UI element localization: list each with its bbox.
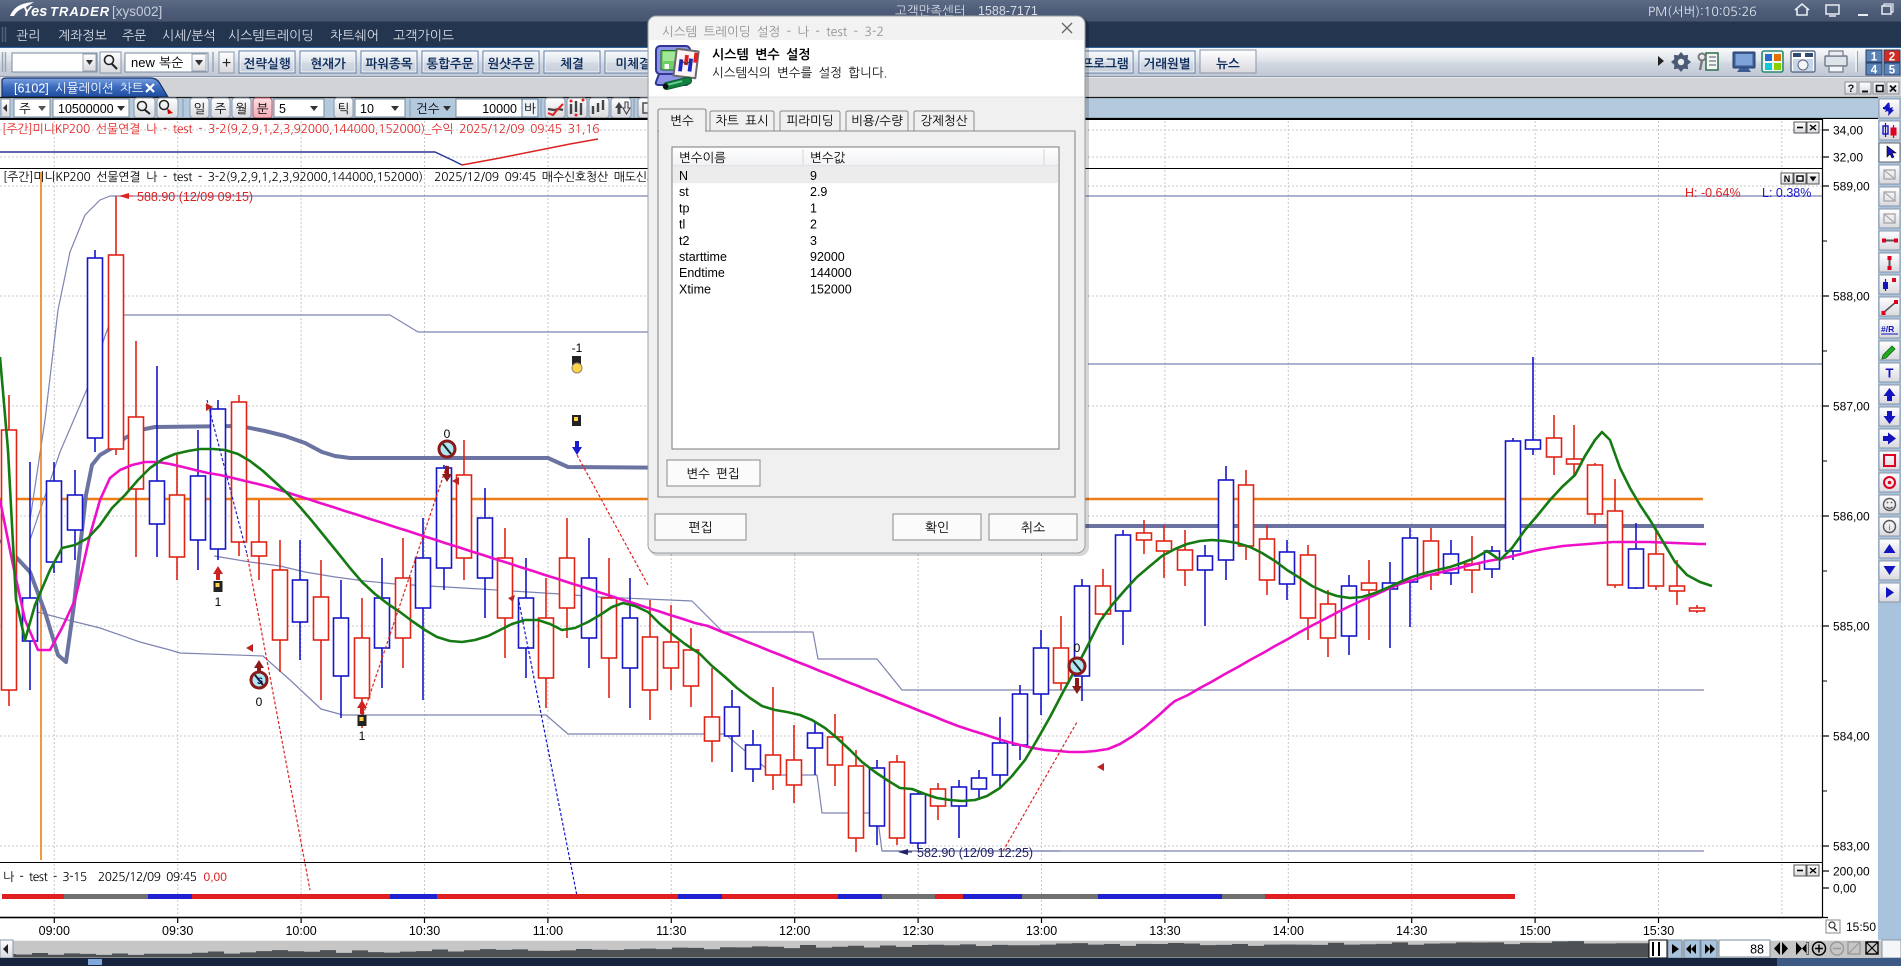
svg-text:TRADER: TRADER xyxy=(50,4,110,19)
svg-text:Xtime: Xtime xyxy=(679,282,711,296)
svg-text:0: 0 xyxy=(1074,641,1081,655)
svg-text:589,00: 589,00 xyxy=(1833,180,1870,194)
svg-text:11:00: 11:00 xyxy=(533,924,563,938)
svg-text:-1: -1 xyxy=(572,341,583,355)
svg-text:14:00: 14:00 xyxy=(1273,924,1304,938)
svg-text:2: 2 xyxy=(810,218,817,232)
svg-text:588.90 (12/09 09:15): 588.90 (12/09 09:15) xyxy=(137,190,253,204)
svg-text:2: 2 xyxy=(1889,52,1895,64)
svg-text:5: 5 xyxy=(279,102,286,116)
svg-text:3: 3 xyxy=(810,234,817,248)
svg-text:88: 88 xyxy=(1750,943,1764,957)
svg-text:13:30: 13:30 xyxy=(1149,924,1180,938)
svg-text:34,00: 34,00 xyxy=(1833,124,1863,138)
svg-text:tl: tl xyxy=(679,218,685,232)
svg-text:4: 4 xyxy=(1871,65,1878,77)
svg-text:10500000: 10500000 xyxy=(58,102,114,116)
svg-text:2.9: 2.9 xyxy=(810,185,827,199)
svg-text:i: i xyxy=(1889,523,1891,532)
svg-text:tp: tp xyxy=(679,201,689,215)
svg-text:584,00: 584,00 xyxy=(1833,730,1870,744)
svg-text:Yes: Yes xyxy=(22,4,47,20)
svg-text:starttime: starttime xyxy=(679,250,727,264)
svg-text:09:30: 09:30 xyxy=(162,924,193,938)
svg-text:+: + xyxy=(222,55,231,72)
svg-text:92000: 92000 xyxy=(810,250,845,264)
svg-text:12:30: 12:30 xyxy=(902,924,933,938)
svg-text:#/R: #/R xyxy=(1881,324,1894,334)
svg-text:?: ? xyxy=(1848,83,1855,95)
svg-text:144000: 144000 xyxy=(810,266,852,280)
svg-text:0: 0 xyxy=(444,427,451,441)
svg-text:14:30: 14:30 xyxy=(1396,924,1427,938)
svg-text:N: N xyxy=(679,169,688,183)
svg-text:200,00: 200,00 xyxy=(1833,865,1870,879)
svg-text:5: 5 xyxy=(1889,65,1896,77)
svg-text:583,00: 583,00 xyxy=(1833,840,1870,854)
svg-text:st: st xyxy=(679,185,689,199)
svg-text:10000: 10000 xyxy=(482,102,517,116)
svg-text:587,00: 587,00 xyxy=(1833,400,1870,414)
svg-text:1: 1 xyxy=(215,595,222,609)
svg-text:10:00: 10:00 xyxy=(285,924,316,938)
svg-text:N: N xyxy=(1784,174,1791,184)
svg-text:588,00: 588,00 xyxy=(1833,290,1870,304)
svg-text:0,00: 0,00 xyxy=(1833,882,1857,896)
svg-text:152000: 152000 xyxy=(810,282,852,296)
svg-text:new: new xyxy=(131,55,155,70)
svg-text:Endtime: Endtime xyxy=(679,266,725,280)
svg-text:H: -0.64%: H: -0.64% xyxy=(1685,186,1741,200)
svg-text:[6102]: [6102] xyxy=(14,82,49,96)
svg-text:1: 1 xyxy=(1871,52,1878,64)
svg-text:09:00: 09:00 xyxy=(39,924,70,938)
svg-text:10:30: 10:30 xyxy=(409,924,440,938)
svg-text:15:30: 15:30 xyxy=(1643,924,1674,938)
svg-text:[xys002]: [xys002] xyxy=(112,4,162,19)
svg-text:12:00: 12:00 xyxy=(779,924,810,938)
svg-text:0: 0 xyxy=(256,695,263,709)
svg-text:586,00: 586,00 xyxy=(1833,510,1870,524)
svg-text:10: 10 xyxy=(360,102,374,116)
svg-text:1: 1 xyxy=(359,729,366,743)
svg-text:t2: t2 xyxy=(679,234,689,248)
svg-text:585,00: 585,00 xyxy=(1833,620,1870,634)
svg-text:11:30: 11:30 xyxy=(656,924,686,938)
svg-text:L: 0.38%: L: 0.38% xyxy=(1762,186,1811,200)
svg-text:13:00: 13:00 xyxy=(1026,924,1057,938)
svg-text:S: S xyxy=(257,676,263,686)
svg-text:32,00: 32,00 xyxy=(1833,151,1863,165)
svg-text:9: 9 xyxy=(810,169,817,183)
svg-text:1: 1 xyxy=(810,201,817,215)
svg-text:0,00: 0,00 xyxy=(204,870,228,884)
svg-text:15:50: 15:50 xyxy=(1846,920,1876,934)
svg-text:15:00: 15:00 xyxy=(1519,924,1550,938)
svg-text:582.90 (12/09 12:25): 582.90 (12/09 12:25) xyxy=(917,846,1033,860)
svg-text:T: T xyxy=(1886,366,1894,381)
